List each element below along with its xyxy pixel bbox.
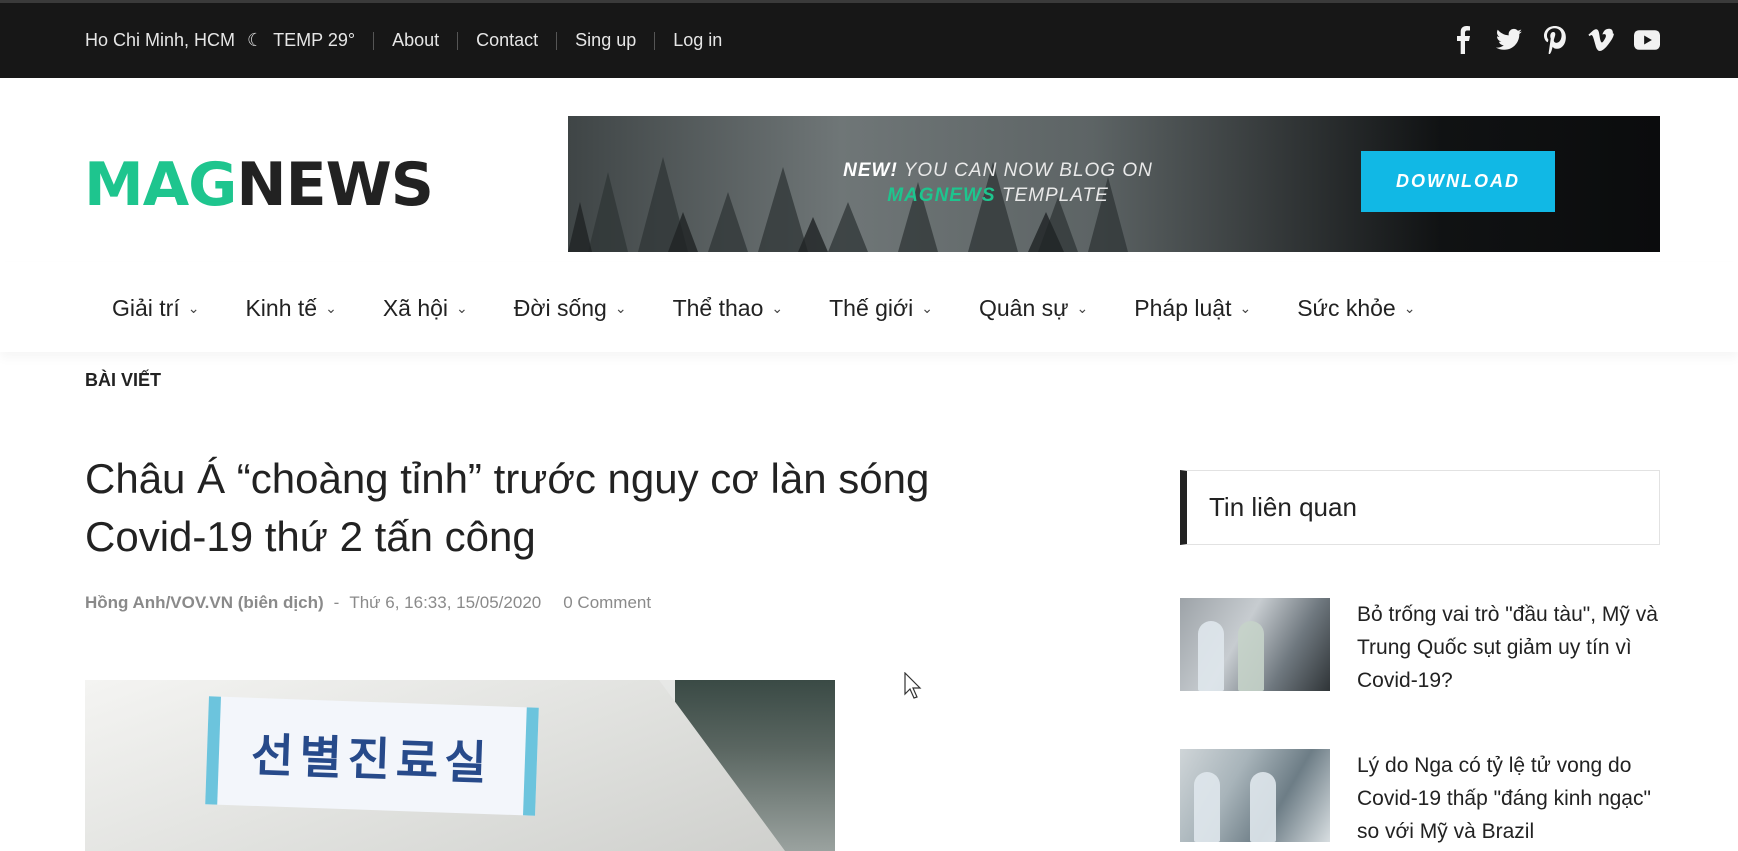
related-heading-text: Tin liên quan [1209,492,1357,522]
nav-item-the-gioi[interactable]: Thế giới ⌄ [829,295,933,322]
logo-part-news: NEWS [236,150,434,220]
main-navigation: Giải trí ⌄ Kinh tế ⌄ Xã hội ⌄ Đời sống ⌄ Thể… [0,262,1738,352]
thumbnail-figure [1250,772,1276,842]
mouse-cursor-icon [904,672,922,699]
nav-item-phap-luat[interactable]: Pháp luật ⌄ [1134,295,1251,322]
article-hero-image: 선별진료실 [85,680,835,851]
comment-count[interactable]: 0 Comment [563,593,651,613]
breadcrumb[interactable]: BÀI VIẾT [85,370,161,391]
banner-brand: MAGNEWS [887,185,996,206]
article-meta: Hồng Anh/VOV.VN (biên dịch) - Thứ 6, 16:… [85,593,651,613]
nav-item-xa-hoi[interactable]: Xã hội ⌄ [383,295,468,322]
moon-icon: ☾ [247,30,264,50]
location-text: Ho Chi Minh, HCM [85,30,236,50]
banner-line1: YOU CAN NOW BLOG ON [897,160,1153,181]
chevron-down-icon: ⌄ [771,300,784,316]
nav-item-suc-khoe[interactable]: Sức khỏe ⌄ [1297,295,1415,322]
nav-item-label: Kinh tế [245,295,318,321]
twitter-icon[interactable] [1496,25,1522,55]
banner-line2: TEMPLATE [995,185,1109,206]
nav-item-kinh-te[interactable]: Kinh tế ⌄ [245,295,336,322]
article-author[interactable]: Hồng Anh/VOV.VN (biên dịch) [85,593,324,613]
thumbnail-figure [1198,621,1224,691]
hero-sign: 선별진료실 [205,696,539,816]
related-item-title[interactable]: Lý do Nga có tỷ lệ tử vong do Covid-19 t… [1357,749,1660,848]
chevron-down-icon: ⌄ [614,300,627,316]
divider [654,31,656,50]
contact-link[interactable]: Contact [476,30,538,51]
nav-item-doi-song[interactable]: Đời sống ⌄ [514,295,627,322]
banner-tagline: NEW! YOU CAN NOW BLOG ON MAGNEWS TEMPLAT… [828,158,1168,208]
facebook-icon[interactable] [1450,25,1476,55]
social-links [1450,25,1660,55]
related-item-title[interactable]: Bỏ trống vai trò "đầu tàu", Mỹ và Trung … [1357,598,1660,697]
youtube-icon[interactable] [1634,25,1660,55]
nav-item-label: Đời sống [513,295,607,321]
chevron-down-icon: ⌄ [325,300,337,316]
nav-item-giai-tri[interactable]: Giải trí ⌄ [112,295,199,322]
divider [457,31,459,50]
nav-item-label: Giải trí [112,295,180,321]
nav-item-label: Thể thao [672,295,764,321]
signup-link[interactable]: Sing up [575,30,636,51]
article-title: Châu Á “choàng tỉnh” trước nguy cơ làn s… [85,455,930,560]
hero-sign-text: 선별진료실 [250,728,494,790]
meta-separator: - [333,593,340,612]
nav-item-label: Xã hội [382,295,449,321]
nav-item-label: Thế giới [829,295,914,321]
temperature-text: TEMP 29° [273,30,356,50]
chevron-down-icon: ⌄ [921,300,933,316]
vimeo-icon[interactable] [1588,25,1614,55]
nav-item-the-thao[interactable]: Thể thao ⌄ [673,295,784,322]
chevron-down-icon: ⌄ [1076,300,1089,316]
chevron-down-icon: ⌄ [1239,300,1252,316]
related-item[interactable]: Bỏ trống vai trò "đầu tàu", Mỹ và Trung … [1180,598,1660,697]
related-thumbnail[interactable] [1180,598,1330,691]
ad-banner[interactable]: NEW! YOU CAN NOW BLOG ON MAGNEWS TEMPLAT… [568,116,1660,252]
article-date: Thứ 6, 16:33, 15/05/2020 [349,593,542,612]
nav-menu: Giải trí ⌄ Kinh tế ⌄ Xã hội ⌄ Đời sống ⌄ Thể… [112,295,1461,322]
logo-part-mag: MAG [84,150,237,220]
site-logo[interactable]: MAGNEWS [84,150,434,220]
related-news-heading: Tin liên quan [1180,470,1660,545]
login-link[interactable]: Log in [673,30,722,51]
chevron-down-icon: ⌄ [187,300,200,316]
divider [556,31,558,50]
thumbnail-figure [1238,621,1264,691]
banner-new-label: NEW! [843,160,898,181]
nav-item-label: Quân sự [978,295,1069,321]
pinterest-icon[interactable] [1542,25,1568,55]
topbar-left: Ho Chi Minh, HCM ☾ TEMP 29° About Contac… [85,30,722,51]
related-item[interactable]: Lý do Nga có tỷ lệ tử vong do Covid-19 t… [1180,749,1660,848]
download-button[interactable]: DOWNLOAD [1361,151,1555,212]
chevron-down-icon: ⌄ [1403,300,1416,316]
nav-item-label: Sức khỏe [1297,295,1396,321]
nav-item-quan-su[interactable]: Quân sự ⌄ [979,295,1088,322]
about-link[interactable]: About [392,30,439,51]
related-thumbnail[interactable] [1180,749,1330,842]
nav-item-label: Pháp luật [1134,295,1232,321]
top-bar: Ho Chi Minh, HCM ☾ TEMP 29° About Contac… [0,0,1738,78]
chevron-down-icon: ⌄ [456,300,468,316]
divider [373,31,375,50]
thumbnail-figure [1194,772,1220,842]
